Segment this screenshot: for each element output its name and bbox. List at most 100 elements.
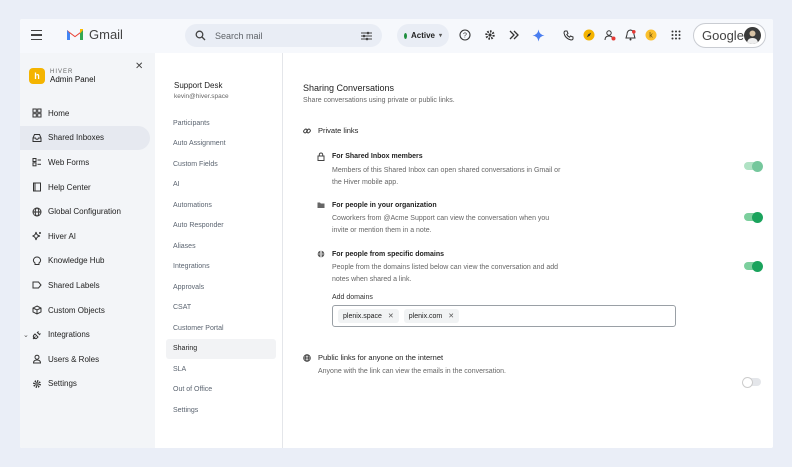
sidebar-item-settings[interactable]: Settings [20,372,155,397]
menu-item-settings[interactable]: Settings [166,400,276,421]
search-icon[interactable] [195,30,206,41]
option-title: For people from specific domains [332,250,445,258]
menu-item-approvals[interactable]: Approvals [166,277,276,298]
option-description: People from the domains listed below can… [332,264,559,283]
cube-icon [32,305,42,315]
page-title: Sharing Conversations [303,83,395,93]
option-description: Coworkers from @Acme Support can view th… [332,215,550,234]
domain-globe-icon [317,250,325,258]
menu-item-ai[interactable]: AI [166,175,276,196]
gmail-wordmark: Gmail [89,27,123,42]
user-icon [32,354,42,364]
option-public-links: Public links for anyone on the internet … [303,353,743,378]
search-options-icon[interactable] [361,31,372,41]
sidebar-item-users-roles[interactable]: Users & Roles [20,347,155,372]
sidebar-item-global-configuration[interactable]: Global Configuration [20,199,155,224]
coin-icon[interactable]: k [644,28,658,42]
domain-chip-label: plenix.com [408,312,443,320]
compass-icon[interactable] [582,28,596,42]
sidebar-item-label: Settings [48,379,77,389]
menu-item-custom-fields[interactable]: Custom Fields [166,154,276,175]
menu-item-auto-responder[interactable]: Auto Responder [166,216,276,237]
sidebar-item-label: Knowledge Hub [48,256,105,266]
admin-panel: h HIVER Admin Panel ✕ Home Shared Inboxe… [20,53,773,448]
status-dot [404,32,407,39]
sidebar-item-label: Custom Objects [48,305,105,315]
remove-domain-icon[interactable]: ✕ [388,312,394,320]
apps-grid-icon[interactable] [669,28,683,42]
menu-item-sla[interactable]: SLA [166,359,276,380]
page-subtitle: Share conversations using private or pub… [303,97,455,104]
status-label: Active [410,31,435,40]
sidebar-item-knowledge-hub[interactable]: Knowledge Hub [20,249,155,274]
svg-text:?: ? [463,33,467,40]
toggle-knob [742,376,753,388]
home-icon [32,108,42,118]
user-add-icon[interactable] [603,28,617,42]
admin-sidebar: h HIVER Admin Panel ✕ Home Shared Inboxe… [20,53,155,448]
hiver-icon[interactable] [507,28,521,42]
sidebar-item-label: Web Forms [48,157,90,167]
bell-icon[interactable] [623,28,637,42]
domain-chip: plenix.com ✕ [403,309,460,323]
section-label: Private links [318,126,359,135]
chevron-down-icon[interactable]: ⌄ [23,331,29,339]
menu-item-integrations[interactable]: Integrations [166,257,276,278]
toggle-organization[interactable] [744,211,763,223]
domain-chip-label: plenix.space [343,312,382,320]
sidebar-item-label: Home [48,108,70,118]
domain-chip: plenix.space ✕ [338,309,399,323]
sidebar-item-help-center[interactable]: Help Center [20,175,155,200]
sidebar-item-shared-inboxes[interactable]: Shared Inboxes [20,125,150,151]
menu-item-aliases[interactable]: Aliases [166,236,276,257]
hiver-brand: h HIVER Admin Panel [29,68,95,84]
inbox-icon [32,133,42,143]
option-specific-domains: For people from specific domains People … [317,250,757,285]
menu-item-out-of-office[interactable]: Out of Office [166,380,276,401]
menu-item-customer-portal[interactable]: Customer Portal [166,318,276,339]
sidebar-item-home[interactable]: Home [20,101,155,126]
gmail-topbar: Gmail Search mail Active ▾ ? k Google [20,19,773,53]
toggle-public-links[interactable] [742,376,761,388]
hiver-logo: h [29,68,45,84]
search-input[interactable]: Search mail [215,31,361,41]
globe-icon [303,353,311,362]
phone-icon[interactable] [561,28,575,42]
sidebar-item-shared-labels[interactable]: Shared Labels [20,273,155,298]
menu-item-auto-assignment[interactable]: Auto Assignment [166,134,276,155]
gear-icon[interactable] [483,28,497,42]
toggle-shared-inbox-members[interactable] [744,160,763,172]
help-icon[interactable]: ? [458,28,472,42]
domains-input[interactable]: plenix.space ✕ plenix.com ✕ [332,305,676,327]
option-title: Public links for anyone on the internet [318,353,444,362]
status-selector[interactable]: Active ▾ [397,24,449,47]
gmail-logo[interactable]: Gmail [66,27,123,42]
toggle-specific-domains[interactable] [744,260,763,272]
chevron-down-icon: ▾ [438,33,442,39]
remove-domain-icon[interactable]: ✕ [448,312,454,320]
sidebar-item-custom-objects[interactable]: Custom Objects [20,298,155,323]
inbox-email: kevin@hiver.space [174,93,229,100]
option-title: For people in your organization [332,201,437,209]
menu-item-csat[interactable]: CSAT [166,298,276,319]
avatar[interactable] [744,27,761,44]
search-bar[interactable]: Search mail [185,24,382,47]
sidebar-item-hiver-ai[interactable]: Hiver AI [20,224,155,249]
gemini-icon[interactable] [531,28,545,42]
menu-item-participants[interactable]: Participants [166,113,276,134]
option-description: Members of this Shared Inbox can open sh… [332,167,561,186]
close-icon[interactable]: ✕ [135,61,143,72]
toggle-knob [752,211,763,223]
sidebar-item-integrations[interactable]: ⌄ Integrations [20,322,155,347]
main-menu-button[interactable] [29,27,45,43]
option-shared-inbox-members: For Shared Inbox members Members of this… [317,152,757,188]
menu-item-sharing[interactable]: Sharing [166,338,276,359]
sidebar-item-web-forms[interactable]: Web Forms [20,150,155,175]
menu-item-automations[interactable]: Automations [166,195,276,216]
label-icon [32,280,42,290]
toggle-knob [752,160,763,172]
book-icon [32,182,42,192]
sidebar-item-label: Global Configuration [48,207,121,217]
sidebar-item-label: Integrations [48,330,90,340]
google-account-button[interactable]: Google [693,23,766,48]
